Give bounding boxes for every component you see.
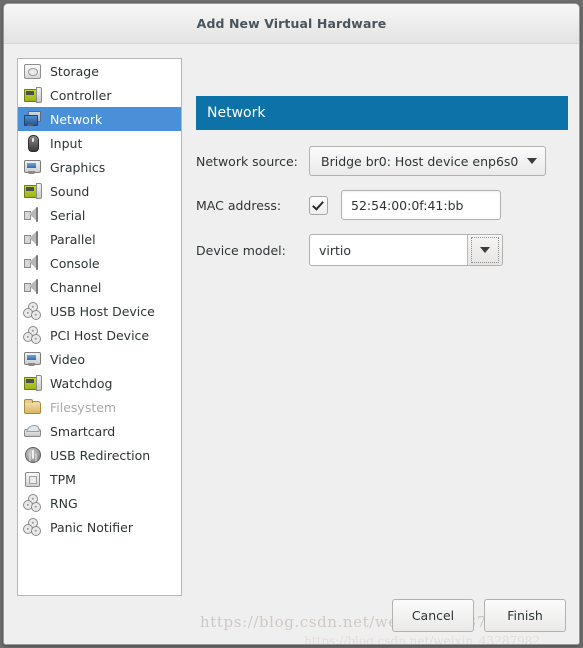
- sidebar-item-label: Parallel: [50, 231, 96, 247]
- expansion-card-icon: [23, 374, 42, 392]
- sidebar-item-label: USB Host Device: [50, 303, 155, 319]
- sidebar-item-panic-notifier[interactable]: Panic Notifier: [18, 515, 181, 539]
- sidebar-item-label: Network: [50, 111, 103, 127]
- sidebar-item-usb-redirection[interactable]: USB Redirection: [18, 443, 181, 467]
- network-icon: [23, 110, 41, 128]
- watermark-text-secondary: https://blog.csdn.net/weixin_43287982: [304, 634, 541, 645]
- cancel-button[interactable]: Cancel: [392, 599, 474, 632]
- sidebar-item-label: Smartcard: [50, 423, 116, 439]
- add-hardware-dialog: Add New Virtual Hardware Storage Controll…: [3, 3, 580, 645]
- gears-icon: [23, 494, 41, 512]
- network-source-label: Network source:: [196, 153, 298, 169]
- gears-icon: [23, 518, 41, 536]
- mac-address-checkbox[interactable]: [309, 195, 328, 215]
- network-source-row: Network source: Bridge br0: Host device …: [196, 146, 568, 176]
- network-form: Network source: Bridge br0: Host device …: [196, 130, 568, 266]
- usb-icon: [23, 446, 41, 464]
- sidebar-item-smartcard[interactable]: Smartcard: [18, 419, 181, 443]
- sidebar-item-sound[interactable]: Sound: [18, 179, 181, 203]
- sidebar-item-filesystem: Filesystem: [18, 395, 181, 419]
- device-model-row: Device model: virtio: [196, 234, 568, 266]
- device-model-dropdown-button[interactable]: [467, 235, 502, 265]
- sidebar-item-label: RNG: [50, 495, 78, 511]
- mouse-icon: [23, 134, 41, 152]
- gears-icon: [23, 302, 41, 320]
- chevron-down-icon: [527, 158, 538, 164]
- sidebar-item-label: Sound: [50, 183, 90, 199]
- speaker-icon: [23, 206, 41, 224]
- panel-header: Network: [196, 96, 568, 130]
- sidebar-item-watchdog[interactable]: Watchdog: [18, 371, 181, 395]
- mac-address-input[interactable]: 52:54:00:0f:41:bb: [341, 190, 501, 220]
- device-model-label: Device model:: [196, 242, 286, 258]
- sidebar-item-controller[interactable]: Controller: [18, 83, 181, 107]
- sidebar-item-label: Graphics: [50, 159, 106, 175]
- sidebar-item-label: TPM: [50, 471, 76, 487]
- sidebar-item-label: Video: [50, 351, 86, 367]
- panel-header-label: Network: [207, 105, 266, 121]
- sidebar-item-video[interactable]: Video: [18, 347, 181, 371]
- sidebar-item-network[interactable]: Network: [18, 107, 181, 131]
- sidebar-item-usb-host-device[interactable]: USB Host Device: [18, 299, 181, 323]
- speaker-icon: [23, 254, 41, 272]
- dialog-footer: Cancel Finish: [392, 599, 566, 632]
- sidebar-item-serial[interactable]: Serial: [18, 203, 181, 227]
- hardware-category-list[interactable]: Storage Controller Network Input Graphics Sou…: [17, 58, 182, 596]
- expansion-card-icon: [23, 86, 42, 104]
- mac-address-value: 52:54:00:0f:41:bb: [351, 197, 464, 213]
- sidebar-item-label: Storage: [50, 63, 99, 79]
- monitor-icon: [23, 158, 41, 176]
- mac-address-label: MAC address:: [196, 197, 282, 213]
- finish-button[interactable]: Finish: [484, 599, 566, 632]
- sidebar-item-label: Panic Notifier: [50, 519, 133, 535]
- mac-address-row: MAC address: 52:54:00:0f:41:bb: [196, 190, 568, 220]
- monitor-icon: [23, 350, 41, 368]
- sidebar-item-label: Watchdog: [50, 375, 113, 391]
- sidebar-item-rng[interactable]: RNG: [18, 491, 181, 515]
- smartcard-icon: [23, 422, 41, 440]
- sidebar-item-label: USB Redirection: [50, 447, 151, 463]
- drive-icon: [23, 62, 41, 80]
- gears-icon: [23, 326, 41, 344]
- folder-icon: [23, 398, 41, 416]
- sidebar-item-storage[interactable]: Storage: [18, 59, 181, 83]
- device-model-combobox[interactable]: virtio: [309, 234, 503, 266]
- chip-icon: [23, 470, 41, 488]
- sidebar-item-label: Console: [50, 255, 100, 271]
- sidebar-item-tpm[interactable]: TPM: [18, 467, 181, 491]
- sidebar-item-graphics[interactable]: Graphics: [18, 155, 181, 179]
- device-model-value[interactable]: virtio: [310, 235, 467, 265]
- dialog-body: Storage Controller Network Input Graphics Sou…: [4, 44, 579, 645]
- dropdown-button-focus-ring: [471, 237, 499, 263]
- speaker-icon: [23, 230, 41, 248]
- window-title: Add New Virtual Hardware: [196, 16, 387, 31]
- sidebar-item-pci-host-device[interactable]: PCI Host Device: [18, 323, 181, 347]
- sidebar-item-parallel[interactable]: Parallel: [18, 227, 181, 251]
- sidebar-item-label: Channel: [50, 279, 102, 295]
- expansion-card-icon: [23, 182, 42, 200]
- sidebar-item-label: Filesystem: [50, 399, 117, 415]
- network-source-value: Bridge br0: Host device enp6s0: [321, 153, 519, 169]
- sidebar-item-label: Input: [50, 135, 83, 151]
- sidebar-item-console[interactable]: Console: [18, 251, 181, 275]
- network-source-dropdown[interactable]: Bridge br0: Host device enp6s0: [309, 146, 547, 176]
- sidebar-item-channel[interactable]: Channel: [18, 275, 181, 299]
- sidebar-item-label: Controller: [50, 87, 112, 103]
- sidebar-item-label: PCI Host Device: [50, 327, 150, 343]
- chevron-down-icon: [480, 247, 490, 253]
- sidebar-item-label: Serial: [50, 207, 86, 223]
- sidebar-item-input[interactable]: Input: [18, 131, 181, 155]
- network-panel: Network Network source: Bridge br0: Host…: [196, 96, 568, 280]
- title-bar: Add New Virtual Hardware: [4, 4, 579, 44]
- speaker-icon: [23, 278, 41, 296]
